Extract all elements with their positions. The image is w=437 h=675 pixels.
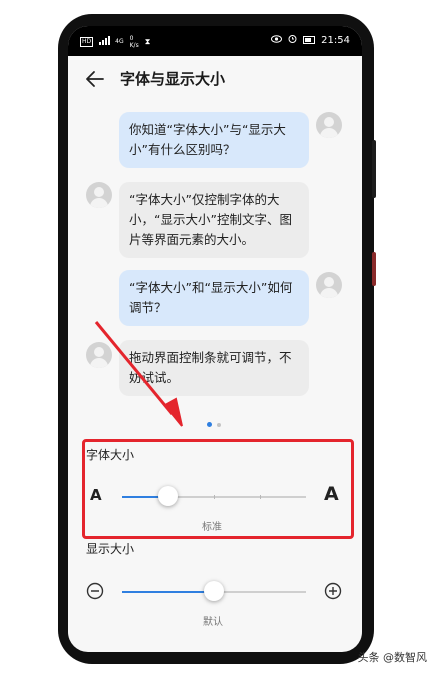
display-size-slider[interactable] [122, 581, 306, 601]
phone-screen: HD 4G 0 K/s ⧗ 21:54 字体与显示大小 你知道“字体大小”与“显… [68, 26, 362, 652]
highlight-box [82, 439, 354, 539]
back-button[interactable] [84, 68, 106, 90]
avatar-right [316, 272, 342, 298]
status-time: 21:54 [321, 34, 350, 46]
minus-circle-icon [86, 582, 104, 600]
chat-text: 你知道“字体大小”与“显示大小”有什么区别吗？ [129, 122, 286, 157]
avatar-left [86, 182, 112, 208]
chat-bubble-left: 拖动界面控制条就可调节，不妨试试。 [119, 340, 309, 396]
network-type: 4G [115, 38, 124, 45]
display-slider-fill [122, 591, 214, 593]
hd-badge: HD [80, 37, 94, 47]
chat-text: “字体大小”和“显示大小”如何调节？ [129, 280, 293, 315]
signal-icon [99, 36, 113, 48]
display-slider-thumb[interactable] [204, 581, 224, 601]
volume-button [372, 140, 376, 198]
page-dot-active[interactable] [207, 422, 212, 427]
decrease-button[interactable] [86, 582, 104, 600]
plus-circle-icon [324, 582, 342, 600]
title-bar: 字体与显示大小 [68, 60, 362, 104]
increase-button[interactable] [324, 582, 342, 600]
speed-value: 0 [129, 35, 134, 42]
avatar-left [86, 342, 112, 368]
page-title: 字体与显示大小 [120, 70, 226, 88]
battery-icon [303, 36, 316, 44]
display-size-label: 显示大小 [86, 542, 135, 556]
chat-bubble-left: “字体大小”仅控制字体的大小，“显示大小”控制文字、图片等界面元素的大小。 [119, 182, 309, 258]
page-dot[interactable] [217, 422, 221, 427]
alarm-icon [288, 34, 297, 46]
speed-unit: K/s [129, 42, 139, 49]
watermark: 头条 @数智风 [357, 651, 428, 664]
status-bar: HD 4G 0 K/s ⧗ 21:54 [68, 26, 362, 56]
eye-comfort-icon [271, 34, 283, 46]
chat-text: “字体大小”仅控制字体的大小，“显示大小”控制文字、图片等界面元素的大小。 [129, 192, 292, 247]
avatar-right [316, 112, 342, 138]
chat-bubble-right: 你知道“字体大小”与“显示大小”有什么区别吗？ [119, 112, 309, 168]
hourglass-icon: ⧗ [144, 37, 151, 46]
display-size-caption: 默认 [203, 617, 223, 628]
page-indicator[interactable] [207, 422, 221, 427]
chat-text: 拖动界面控制条就可调节，不妨试试。 [129, 350, 292, 385]
power-button [372, 252, 376, 286]
back-arrow-icon [86, 71, 104, 87]
chat-bubble-right: “字体大小”和“显示大小”如何调节？ [119, 270, 309, 326]
speed-readout: 0 K/s [130, 35, 139, 49]
